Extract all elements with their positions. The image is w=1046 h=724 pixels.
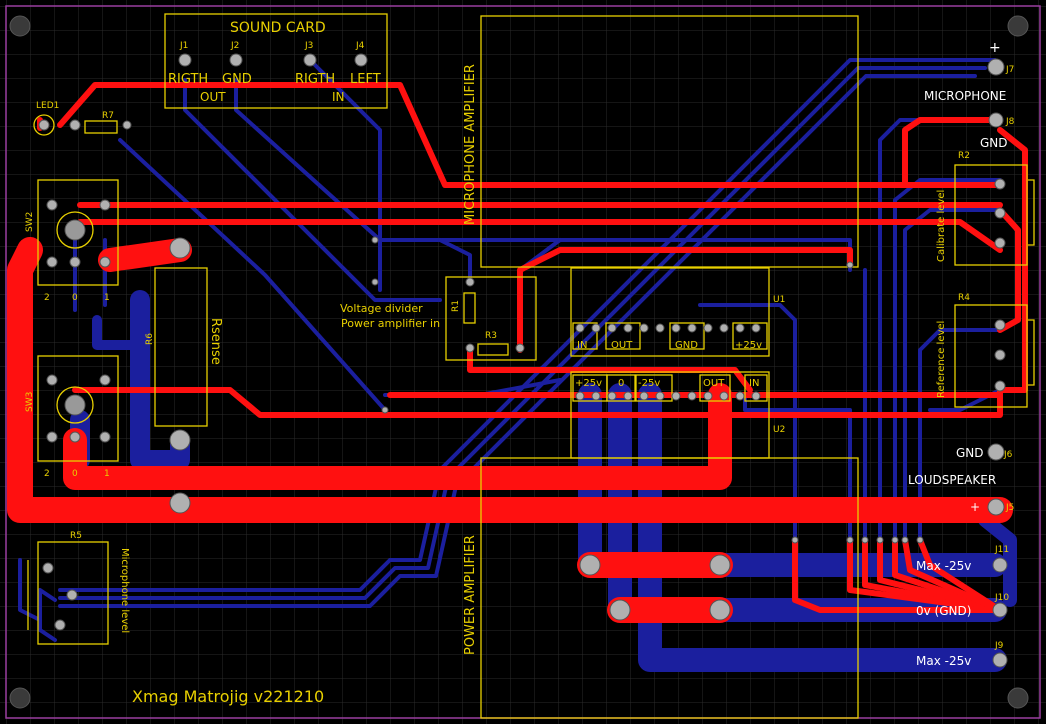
ref-r1: R1 bbox=[451, 300, 461, 312]
board-title: Xmag Matrojig v221210 bbox=[132, 687, 324, 706]
ref-r3: R3 bbox=[485, 331, 497, 341]
u1-plus25v: +25v bbox=[735, 340, 762, 351]
ref-r5: R5 bbox=[70, 531, 82, 541]
ref-j9: J9 bbox=[994, 641, 1004, 651]
pcb-layout: SOUND CARD J1 J2 J3 J4 RIGTH GND RIGTH L… bbox=[0, 0, 1046, 724]
label-rigth-out: RIGTH bbox=[168, 72, 208, 87]
ref-j8: J8 bbox=[1005, 117, 1015, 127]
ref-j2: J2 bbox=[230, 41, 239, 51]
u2-plus25v: +25v bbox=[575, 378, 602, 389]
ref-j3: J3 bbox=[304, 41, 313, 51]
ref-u1: U1 bbox=[773, 295, 785, 305]
plus-top-label: + bbox=[989, 40, 1001, 56]
u2-in: IN bbox=[749, 378, 759, 389]
calibrate-level: Calibrate level bbox=[936, 190, 947, 262]
ref-j10: J10 bbox=[994, 593, 1009, 603]
sw2-pos-2: 2 bbox=[44, 293, 50, 303]
max-neg-bottom-label: Max -25v bbox=[916, 654, 971, 668]
sw2-pos-0: 0 bbox=[72, 293, 78, 303]
voltage-divider-line1: Voltage divider bbox=[340, 302, 423, 315]
sw3-pos-0: 0 bbox=[72, 469, 78, 479]
label-gnd: GND bbox=[222, 72, 252, 87]
label-rigth-in: RIGTH bbox=[295, 72, 335, 87]
label-in: IN bbox=[332, 90, 345, 104]
max-neg-top-label: Max -25v bbox=[916, 559, 971, 573]
ref-r6: R6 bbox=[145, 333, 155, 345]
ref-sw2: SW2 bbox=[25, 212, 35, 232]
u2-neg25v: -25v bbox=[638, 378, 660, 389]
u1-in: IN bbox=[577, 340, 587, 351]
rsense-label: Rsense bbox=[208, 318, 223, 365]
sw3-pos-1: 1 bbox=[104, 469, 110, 479]
u2-zero: 0 bbox=[618, 378, 624, 389]
gnd-speaker-label: GND bbox=[956, 446, 984, 460]
loudspeaker-label: LOUDSPEAKER bbox=[908, 473, 996, 487]
label-out: OUT bbox=[200, 90, 226, 104]
label-left: LEFT bbox=[350, 72, 381, 87]
ref-j11: J11 bbox=[994, 545, 1009, 555]
ref-j7: J7 bbox=[1005, 65, 1014, 75]
gnd-mic-label: GND bbox=[980, 136, 1008, 150]
power-amplifier-title: POWER AMPLIFIER bbox=[463, 535, 478, 655]
ref-j1: J1 bbox=[179, 41, 188, 51]
reference-level: Reference level bbox=[936, 321, 947, 398]
plus-speaker-label: + bbox=[970, 500, 980, 514]
u1-gnd: GND bbox=[675, 340, 698, 351]
u1-out: OUT bbox=[611, 340, 633, 351]
microphone-label: MICROPHONE bbox=[924, 89, 1006, 103]
ref-u2: U2 bbox=[773, 425, 785, 435]
ref-sw3: SW3 bbox=[25, 392, 35, 412]
sw3-pos-2: 2 bbox=[44, 469, 50, 479]
microphone-level: Microphone level bbox=[119, 548, 130, 633]
zero-gnd-label: 0v (GND) bbox=[916, 604, 971, 618]
sound-card-title: SOUND CARD bbox=[230, 20, 326, 36]
sw2-pos-1: 1 bbox=[104, 293, 110, 303]
ref-r4: R4 bbox=[958, 293, 970, 303]
ref-j5: J5 bbox=[1005, 503, 1014, 513]
ref-r2: R2 bbox=[958, 151, 970, 161]
ref-j4: J4 bbox=[355, 41, 365, 51]
ref-r7: R7 bbox=[102, 111, 114, 121]
microphone-amplifier-title: MICROPHONE AMPLIFIER bbox=[463, 64, 478, 225]
u2-out: OUT bbox=[703, 378, 725, 389]
voltage-divider-line2: Power amplifier in bbox=[341, 317, 440, 330]
ref-led1: LED1 bbox=[36, 101, 59, 111]
ref-j6: J6 bbox=[1003, 450, 1013, 460]
